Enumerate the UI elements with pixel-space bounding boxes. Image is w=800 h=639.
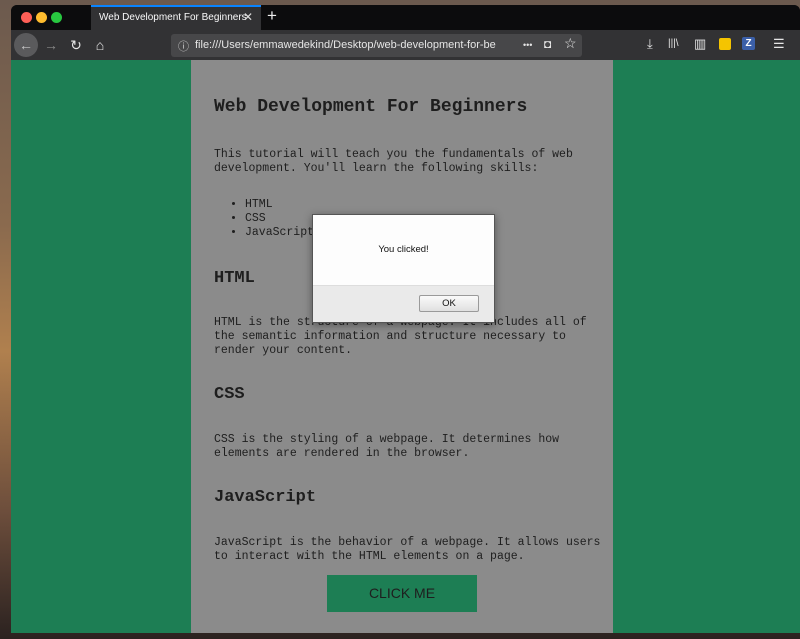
library-icon[interactable]: |||\ [668,38,679,49]
bookmark-star-icon[interactable]: ☆ [564,35,577,52]
intro-text: This tutorial will teach you the fundame… [214,148,573,175]
section-heading-javascript: JavaScript [214,488,317,507]
home-icon[interactable]: ⌂ [89,34,111,56]
download-icon[interactable]: ⤓ [647,36,653,52]
tab-active[interactable]: Web Development For Beginners ✕ [91,5,261,30]
back-icon[interactable]: ← [14,33,38,57]
list-item: JavaScript [245,226,314,240]
page-actions-icon[interactable]: ••• [523,40,532,50]
close-window-button[interactable] [21,12,32,23]
minimize-window-button[interactable] [36,12,47,23]
url-bar[interactable]: ⓘ file:///Users/emmawedekind/Desktop/web… [171,34,582,57]
tab-close-icon[interactable]: ✕ [243,10,253,24]
nav-bar: ← → ↻ ⌂ ⓘ file:///Users/emmawedekind/Des… [11,30,800,60]
page-container: Web Development For Beginners This tutor… [191,60,613,633]
browser-window: Web Development For Beginners ✕ + ← → ↻ … [11,5,800,633]
ok-button[interactable]: OK [419,295,479,312]
skills-list: HTML CSS JavaScript [227,198,314,240]
title-bar: Web Development For Beginners ✕ + [11,5,800,30]
sidebar-icon[interactable]: ▥ [694,36,706,52]
click-me-button[interactable]: CLICK ME [327,575,477,612]
url-text[interactable]: file:///Users/emmawedekind/Desktop/web-d… [195,39,505,51]
zoom-window-button[interactable] [51,12,62,23]
pocket-icon[interactable]: ◘ [544,37,551,51]
alert-dialog: You clicked! OK [312,214,495,323]
extension-z-icon[interactable]: Z [742,37,755,50]
reload-icon[interactable]: ↻ [65,34,87,56]
new-tab-icon[interactable]: + [267,6,277,26]
list-item: HTML [245,198,314,212]
section-text-javascript: JavaScript is the behavior of a webpage.… [214,536,601,563]
dialog-message: You clicked! [378,244,429,255]
dialog-footer: OK [313,285,494,322]
tab-title: Web Development For Beginners [99,12,247,23]
page-title: Web Development For Beginners [214,97,528,117]
menu-icon[interactable]: ☰ [773,36,785,52]
extension-yellow-icon[interactable] [719,38,731,50]
list-item: CSS [245,212,314,226]
forward-icon[interactable]: → [40,34,62,56]
page-viewport: Web Development For Beginners This tutor… [11,60,800,633]
section-text-css: CSS is the styling of a webpage. It dete… [214,433,560,460]
section-heading-css: CSS [214,385,245,404]
section-heading-html: HTML [214,269,255,288]
info-icon[interactable]: ⓘ [178,38,189,54]
